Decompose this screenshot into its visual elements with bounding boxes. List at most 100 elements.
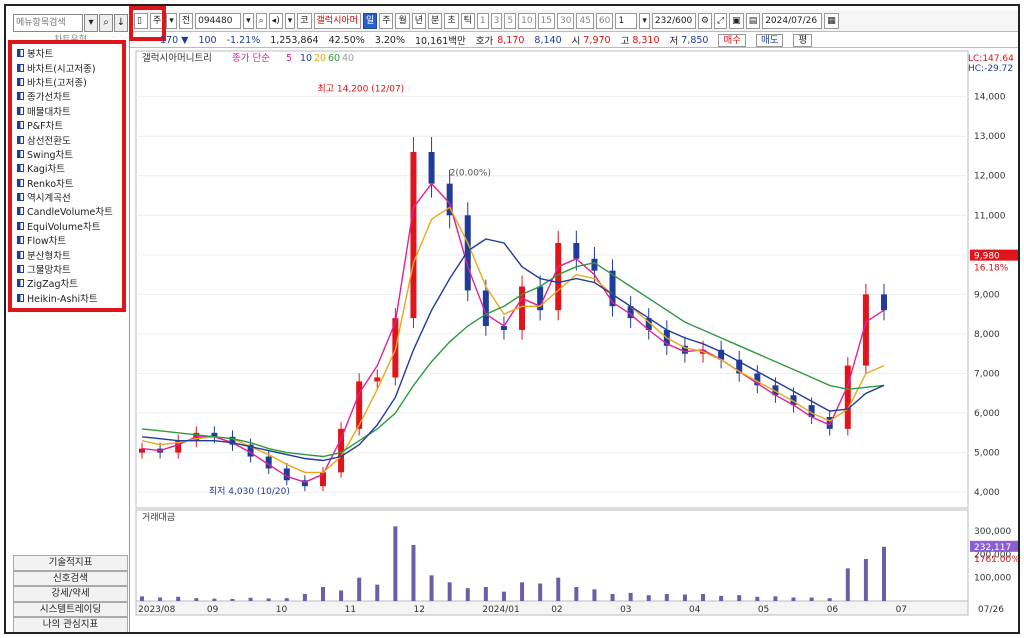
count-display[interactable]: 232/600 (651, 12, 696, 29)
chart-type-item[interactable]: 봉차트 (13, 46, 128, 60)
chart-type-icon[interactable]: ▯ (134, 12, 148, 29)
settings-icon[interactable]: ⚙ (697, 12, 712, 29)
indicator-button[interactable]: 나의 관심지표 (13, 617, 128, 632)
chart-type-item[interactable]: EquiVolume차트 (13, 219, 128, 233)
indicator-button[interactable]: 강세/약세 (13, 586, 128, 602)
tab-minute[interactable]: 분 (428, 12, 443, 29)
left-panel: 메뉴항목검색 ▾ ⌕ ↓ 차트유형 봉차트 바차트(시고저종) 바차트(고저종) 종가… (10, 10, 130, 632)
minute-option[interactable]: 1 (476, 12, 489, 29)
tab-week[interactable]: 주 (379, 12, 394, 29)
chart-type-label: 종가선차트 (27, 92, 71, 104)
chart-type-item[interactable]: 매물대차트 (13, 104, 128, 118)
tab-tick[interactable]: 틱 (460, 12, 475, 29)
candle-body (573, 242, 580, 259)
chart-type-item[interactable]: 바차트(고저종) (13, 75, 128, 89)
volume-bar (375, 584, 380, 601)
zoom-icon[interactable]: ⤢ (713, 12, 728, 29)
hc-label: HC:-29.72 (968, 64, 1013, 74)
volume-pct-label: 1761.00% (974, 555, 1020, 565)
volume-bar (465, 588, 470, 601)
open-price: 7,970 (583, 34, 611, 46)
legend-ma-period: 60 (328, 53, 340, 64)
indicator-button[interactable]: 시스템트레이딩 (13, 601, 128, 618)
price-change: 170 ▼ (160, 34, 189, 46)
volume-bar (809, 597, 814, 601)
interval-dropdown-icon[interactable]: ▾ (639, 12, 650, 29)
chart-type-icon (17, 77, 24, 86)
sell-button[interactable]: 매도 (755, 33, 784, 47)
volume-bar (556, 577, 561, 601)
chart-type-item[interactable]: 분산형차트 (13, 247, 128, 262)
search-icon[interactable]: ⌕ (99, 14, 113, 32)
indicator-button[interactable]: 기술적지표 (13, 555, 128, 571)
open-label: 시 (571, 36, 581, 47)
minute-option[interactable]: 30 (557, 12, 575, 29)
period-select[interactable]: 주 (150, 12, 165, 29)
minute-option[interactable]: 45 (576, 12, 594, 29)
menu-search-bar: 메뉴항목검색 ▾ ⌕ ↓ (13, 13, 128, 33)
chart-type-item[interactable]: 역시계곡선 (13, 190, 128, 204)
print-icon[interactable]: ▤ (745, 12, 761, 29)
calendar-icon[interactable]: ▦ (824, 12, 839, 29)
speaker-icon[interactable]: ◂) (268, 12, 283, 29)
download-icon[interactable]: ↓ (114, 14, 128, 32)
dropdown-icon[interactable]: ▾ (84, 14, 98, 32)
tab-second[interactable]: 초 (444, 12, 459, 29)
chart-type-icon (17, 279, 24, 288)
minute-option[interactable]: 15 (537, 12, 555, 29)
buy-button[interactable]: 매수 (718, 33, 746, 47)
chart-type-item[interactable]: Swing차트 (13, 147, 128, 161)
chart-type-item[interactable]: Kagi차트 (13, 161, 128, 175)
x-tick-label: 04 (689, 605, 701, 615)
date-input[interactable]: 2024/07/26 (762, 12, 823, 29)
minute-option[interactable]: 3 (490, 12, 503, 29)
volume-bar (574, 587, 579, 601)
interval-input[interactable]: 1 (615, 12, 638, 29)
tab-day[interactable]: 일 (362, 12, 378, 29)
chart-type-icon (17, 149, 24, 158)
menu-search-input[interactable]: 메뉴항목검색 (13, 14, 83, 32)
volume-bar (501, 591, 506, 601)
period-dropdown-icon[interactable]: ▾ (166, 12, 177, 29)
market-badge: 코 (297, 12, 312, 29)
quote-bar: 170 ▼ 100 -1.21% 1,253,864 42.50% 3.20% … (130, 33, 1018, 48)
chart-type-item[interactable]: P&F차트 (13, 118, 128, 132)
tools-icon[interactable]: ▾ (284, 12, 296, 29)
minute-option[interactable]: 10 (518, 12, 536, 29)
chart-type-item[interactable]: Renko차트 (13, 176, 128, 190)
legend-ma-period: 10 (300, 53, 312, 64)
chart-type-item[interactable]: 삼선전환도 (13, 132, 128, 147)
chart-area[interactable]: 갤럭시아머니트리 종가 단순 5 10 20 60 40 LC:147.64 HC:-29.72… (132, 49, 1020, 632)
price-chart[interactable]: 갤럭시아머니트리 종가 단순 5 10 20 60 40 LC:147.64HC:-29.72… (132, 49, 1020, 632)
price-tick-label: 12,000 (974, 172, 1006, 182)
candle-body (464, 215, 471, 291)
tab-month[interactable]: 월 (395, 12, 410, 29)
chart-type-item[interactable]: Heikin-Ashi차트 (13, 291, 128, 305)
x-tick-label: 06 (827, 605, 839, 615)
volume-bar (520, 582, 525, 601)
volume-bar (411, 545, 416, 601)
chart-type-item[interactable]: 그물망차트 (13, 262, 128, 276)
price-tick-label: 8,000 (974, 330, 1000, 340)
indicator-button[interactable]: 신호검색 (13, 570, 128, 587)
chart-type-icon (17, 293, 24, 302)
code-dropdown-icon[interactable]: ▾ (243, 12, 254, 29)
tab-year[interactable]: 년 (411, 12, 427, 29)
chart-type-item[interactable]: CandleVolume차트 (13, 204, 128, 218)
chart-type-item[interactable]: Flow차트 (13, 233, 128, 247)
minute-option[interactable]: 5 (504, 12, 517, 29)
search-icon[interactable]: ⌕ (255, 12, 267, 29)
chart-type-item[interactable]: 바차트(시고저종) (13, 60, 128, 75)
flat-button[interactable]: 평 (793, 33, 813, 47)
chart-type-item[interactable]: 종가선차트 (13, 89, 128, 103)
chart-type-item[interactable]: ZigZag차트 (13, 276, 128, 290)
volume-bar (882, 546, 886, 601)
prev-button[interactable]: 전 (178, 12, 194, 29)
stock-code-input[interactable]: 094480 (195, 12, 242, 29)
save-icon[interactable]: ▣ (729, 12, 744, 29)
candle-body (881, 294, 887, 311)
minute-option[interactable]: 60 (595, 12, 614, 29)
legend-ma-period: 40 (342, 53, 354, 64)
volume-bar (827, 598, 832, 601)
chart-type-icon (17, 121, 24, 130)
